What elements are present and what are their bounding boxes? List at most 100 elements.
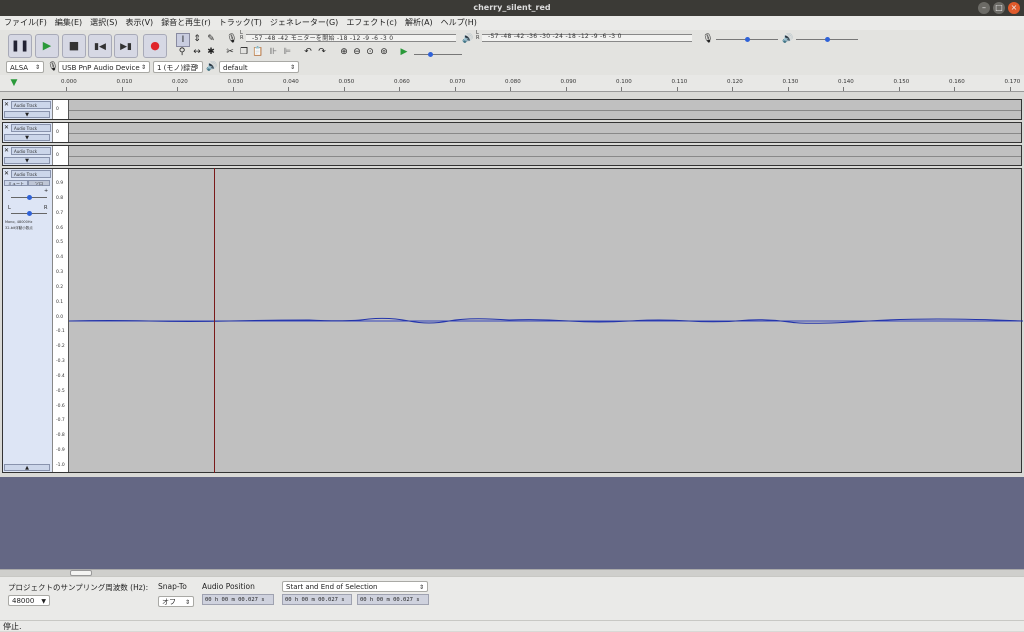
maximize-icon[interactable]: □ [993,2,1005,14]
fit-selection-icon[interactable]: ⊙ [364,46,376,58]
minimize-icon[interactable]: – [978,2,990,14]
menu-transport[interactable]: 録音と再生(r) [157,16,215,30]
track-close-icon[interactable]: ✕ [4,147,10,155]
ruler-tick-mark [843,87,844,91]
audio-track-4[interactable]: ✕ Audio Track ミュート ソロ - + L R Mono, 4800… [2,168,1023,473]
zoom-in-icon[interactable]: ⊕ [338,46,350,58]
track-collapse-button[interactable]: ▼ [4,111,50,118]
track-close-icon[interactable]: ✕ [4,124,10,132]
scale-label: 0.6 [56,225,64,231]
timeline-options-icon[interactable]: ▼ [8,77,20,89]
play-at-speed-icon[interactable]: ▶ [398,46,410,58]
selection-tool-icon[interactable]: I [176,33,190,47]
menu-generate[interactable]: ジェネレーター(G) [266,16,342,30]
close-icon[interactable]: × [1008,2,1020,14]
menu-help[interactable]: ヘルプ(H) [437,16,481,30]
paste-icon[interactable]: 📋 [252,46,264,58]
ruler-tick-label: 0.110 [671,79,688,85]
track-info-format: Mono, 48000Hz [5,220,33,224]
track-name-button[interactable]: Audio Track [11,170,51,178]
solo-button[interactable]: ソロ [28,180,50,186]
mute-button[interactable]: ミュート [4,180,28,186]
cut-icon[interactable]: ✂ [224,46,236,58]
audio-position-field[interactable]: 00 h 00 m 00.027 s [202,594,274,605]
timeshift-tool-icon[interactable]: ↔ [191,46,203,58]
play-speed-knob[interactable] [428,52,433,57]
zoom-tool-icon[interactable]: ⚲ [176,46,188,58]
track-collapse-button[interactable]: ▼ [4,157,50,164]
pan-knob[interactable] [27,211,32,216]
track-name-button[interactable]: Audio Track [11,147,51,155]
stop-button[interactable]: ■ [62,34,86,58]
audio-position-label: Audio Position [202,582,255,591]
ruler-tick-label: 0.000 [61,79,77,85]
track-waveform-area[interactable] [69,100,1021,119]
track-collapse-button[interactable]: ▲ [4,464,50,471]
menu-analyze[interactable]: 解析(A) [401,16,437,30]
envelope-tool-icon[interactable]: ⇕ [191,33,203,45]
pause-button[interactable]: ❚❚ [8,34,32,58]
playback-meter-scale: -57 -48 -42 -36 -30 -24 -18 -12 -9 -6 -3… [488,33,622,40]
audio-host-select[interactable]: ALSA ⇕ [6,61,44,73]
skip-start-button[interactable]: ▮◀ [88,34,112,58]
recording-volume-knob[interactable] [745,37,750,42]
play-speed-slider[interactable] [414,54,462,55]
baseline [69,156,1021,157]
recording-device-select[interactable]: USB PnP Audio Device ⇕ [58,61,150,73]
snap-to-select[interactable]: オフ ⇕ [158,596,194,607]
fit-project-icon[interactable]: ⊚ [378,46,390,58]
ruler-tick-label: 0.130 [782,79,799,85]
menu-effect[interactable]: エフェクト(c) [342,16,401,30]
audio-track-2[interactable]: ✕ Audio Track ▼ 0 [2,122,1022,143]
play-button[interactable]: ▶ [35,34,59,58]
ruler-tick-label: 0.140 [838,79,854,85]
silence-icon[interactable]: ⊫ [281,46,293,58]
track-waveform-area[interactable] [69,169,1023,472]
selection-mode-select[interactable]: Start and End of Selection ⇕ [282,581,428,592]
scale-label: 0.7 [56,210,64,216]
device-toolbar: ▼ ALSA⇕ 🎙 USB PnP Audio Device⇕ 1 (モノ)録音… [0,60,1024,76]
playback-volume-knob[interactable] [825,37,830,42]
skip-end-button[interactable]: ▶▮ [114,34,138,58]
record-meter-lr: LR [240,30,244,41]
window-title: cherry_silent_red [473,3,551,12]
recording-channels-select[interactable]: 1 (モノ)録音 ⇕ [153,61,203,73]
record-button[interactable]: ● [143,34,167,58]
audio-track-3[interactable]: ✕ Audio Track ▼ 0 [2,145,1022,166]
menu-tracks[interactable]: トラック(T) [215,16,266,30]
playback-device-select[interactable]: default ⇕ [219,61,299,73]
undo-icon[interactable]: ↶ [302,46,314,58]
audio-host-value: ALSA [10,64,29,72]
gain-knob[interactable] [27,195,32,200]
menu-edit[interactable]: 編集(E) [51,16,86,30]
track-close-icon[interactable]: ✕ [4,170,10,178]
multi-tool-icon[interactable]: ✱ [205,46,217,58]
skip-start-icon: ▮◀ [94,42,106,52]
draw-tool-icon[interactable]: ✎ [205,33,217,45]
scale-label: 0.5 [56,240,64,246]
timeline-ruler[interactable]: ▼ 0.000 0.010 0.020 0.030 0.040 0.050 0.060 0.0… [0,75,1024,92]
track-waveform-area[interactable] [69,146,1021,165]
redo-icon[interactable]: ↷ [316,46,328,58]
copy-icon[interactable]: ❐ [238,46,250,58]
speaker-icon[interactable]: 🔊 [462,33,474,45]
microphone-icon[interactable]: 🎙 [226,33,238,45]
empty-track-area[interactable] [0,477,1024,569]
menu-view[interactable]: 表示(V) [121,16,157,30]
track-waveform-area[interactable] [69,123,1021,142]
project-rate-select[interactable]: 48000 ▼ [8,595,50,606]
selection-end-field[interactable]: 00 h 00 m 00.027 s [357,594,429,605]
track-name-button[interactable]: Audio Track [11,101,51,109]
scale-label: 0.0 [56,314,64,320]
baseline [69,110,1021,111]
zoom-out-icon[interactable]: ⊖ [351,46,363,58]
track-collapse-button[interactable]: ▼ [4,134,50,141]
audio-track-1[interactable]: ✕ Audio Track ▼ 0 [2,99,1022,120]
menu-file[interactable]: ファイル(F) [0,16,51,30]
track-close-icon[interactable]: ✕ [4,101,10,109]
trim-icon[interactable]: ⊪ [267,46,279,58]
menu-select[interactable]: 選択(S) [86,16,121,30]
track-name-button[interactable]: Audio Track [11,124,51,132]
play-icon: ▶ [42,39,52,52]
selection-start-field[interactable]: 00 h 00 m 00.027 s [282,594,352,605]
